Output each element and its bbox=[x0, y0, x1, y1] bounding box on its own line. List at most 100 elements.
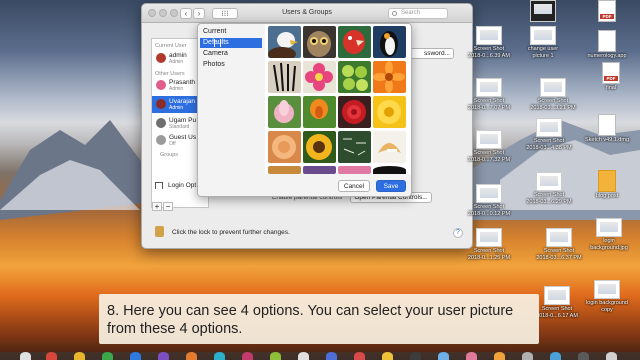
picture-zebra[interactable] bbox=[268, 61, 301, 93]
user-name: Ugam Pu bbox=[169, 117, 197, 124]
picture-chalkboard[interactable] bbox=[338, 131, 371, 163]
caption-text: 8. Here you can see 4 options. You can s… bbox=[107, 303, 514, 337]
dock-app-icon[interactable] bbox=[242, 352, 253, 360]
desktop-icon-login-background[interactable]: login background.jpg bbox=[576, 218, 640, 251]
login-options[interactable]: Login Opt bbox=[168, 182, 196, 189]
picture-penguin[interactable] bbox=[373, 26, 406, 58]
file-thumbnail-icon bbox=[536, 172, 562, 191]
picture-lime[interactable] bbox=[338, 61, 371, 93]
desktop-icon-screenshot[interactable]: Screen Shot 2018-0...1.25 PM bbox=[456, 228, 522, 261]
file-thumbnail-icon bbox=[530, 26, 556, 45]
picture-owl[interactable] bbox=[303, 26, 336, 58]
remove-user-button[interactable]: − bbox=[163, 202, 173, 211]
picture-eagle[interactable] bbox=[268, 26, 301, 58]
picture-partial-2[interactable] bbox=[303, 166, 336, 174]
picture-lotus[interactable] bbox=[268, 96, 301, 128]
dock-app-icon[interactable] bbox=[410, 352, 421, 360]
search-field[interactable]: Search bbox=[388, 8, 448, 19]
picture-parrot[interactable] bbox=[338, 26, 371, 58]
dock-app-icon[interactable] bbox=[466, 352, 477, 360]
sketch-file-icon bbox=[598, 170, 616, 192]
file-thumbnail-icon bbox=[476, 130, 502, 149]
dock-app-icon[interactable] bbox=[326, 352, 337, 360]
add-user-button[interactable]: + bbox=[152, 202, 162, 211]
dock bbox=[0, 352, 640, 360]
picture-fortune-cookie[interactable] bbox=[373, 131, 406, 163]
picture-peach-rose[interactable] bbox=[268, 131, 301, 163]
picture-source-menu: Current Defaults Camera Photos bbox=[198, 24, 264, 196]
desktop-icon-screenshot[interactable]: Screen Shot 2018-0...7.32 PM bbox=[456, 130, 522, 163]
pdf-icon: PDF bbox=[602, 62, 620, 84]
dock-app-icon[interactable] bbox=[438, 352, 449, 360]
dock-app-icon[interactable] bbox=[158, 352, 169, 360]
user-role: Standard bbox=[169, 124, 190, 130]
save-button[interactable]: Save bbox=[376, 180, 406, 192]
dock-app-icon[interactable] bbox=[298, 352, 309, 360]
file-thumbnail-icon bbox=[536, 118, 562, 137]
dock-app-icon[interactable] bbox=[550, 352, 561, 360]
dock-app-icon[interactable] bbox=[522, 352, 533, 360]
avatar bbox=[156, 80, 166, 90]
desktop-icon-login-background-copy[interactable]: login background copy bbox=[574, 280, 640, 313]
groups-label[interactable]: Groups bbox=[160, 152, 178, 158]
image-thumbnail-icon bbox=[596, 218, 622, 237]
dock-app-icon[interactable] bbox=[74, 352, 85, 360]
desktop-icon-blog-post[interactable]: blog post bbox=[574, 170, 640, 200]
desktop-icon-screenshot[interactable]: Screen Shot 2018-0...7.07 PM bbox=[456, 78, 522, 111]
menu-item-camera[interactable]: Camera bbox=[200, 49, 262, 59]
image-thumbnail-icon bbox=[594, 280, 620, 299]
file-thumbnail-icon bbox=[540, 78, 566, 97]
desktop-icon-final[interactable]: PDF final bbox=[578, 62, 640, 92]
desktop-icon-screenshot[interactable]: Screen Shot 2018-03...3.21 PM bbox=[520, 78, 586, 111]
avatar bbox=[156, 135, 166, 145]
picture-pink-flower[interactable] bbox=[303, 61, 336, 93]
picture-sunflower-yellow[interactable] bbox=[373, 96, 406, 128]
desktop-icon-change-user-picture[interactable]: change user picture 1 bbox=[510, 26, 576, 59]
dock-app-icon[interactable] bbox=[214, 352, 225, 360]
menu-item-defaults[interactable]: Defaults bbox=[200, 38, 262, 48]
desktop-icon-screenshot[interactable]: Screen Shot 2018-03...6.29 PM bbox=[516, 172, 582, 205]
dock-app-icon[interactable] bbox=[46, 352, 57, 360]
user-role: Admin bbox=[169, 59, 184, 65]
lock-icon[interactable] bbox=[155, 226, 164, 237]
dock-app-icon[interactable] bbox=[186, 352, 197, 360]
file-thumbnail-icon bbox=[544, 286, 570, 305]
picture-partial-1[interactable] bbox=[268, 166, 301, 174]
picture-tulip[interactable] bbox=[303, 96, 336, 128]
dock-app-icon[interactable] bbox=[20, 352, 31, 360]
dock-app-icon[interactable] bbox=[102, 352, 113, 360]
cancel-button[interactable]: Cancel bbox=[338, 180, 370, 192]
desktop-icon-screenshot[interactable]: Screen Shot 2018-0...0.12 PM bbox=[456, 184, 522, 217]
user-role: Off bbox=[169, 141, 176, 147]
desktop-icon-screenshot[interactable]: Screen Shot 2018-03...4.38 PM bbox=[516, 118, 582, 151]
desktop-icon-pdf[interactable]: PDF bbox=[574, 0, 640, 22]
dock-app-icon[interactable] bbox=[354, 352, 365, 360]
dock-app-icon[interactable] bbox=[494, 352, 505, 360]
menu-item-photos[interactable]: Photos bbox=[200, 60, 262, 70]
picture-red-rose[interactable] bbox=[338, 96, 371, 128]
dock-app-icon[interactable] bbox=[130, 352, 141, 360]
file-thumbnail-icon bbox=[476, 26, 502, 45]
text-cursor-icon bbox=[214, 39, 221, 47]
picture-orange-flower[interactable] bbox=[373, 61, 406, 93]
picture-picker-popover: Current Defaults Camera Photos Cancel Sa… bbox=[197, 23, 412, 197]
default-pictures-grid bbox=[265, 24, 411, 174]
picture-partial-3[interactable] bbox=[338, 166, 371, 174]
dock-app-icon[interactable] bbox=[606, 352, 617, 360]
avatar bbox=[156, 118, 166, 128]
dock-app-icon[interactable] bbox=[382, 352, 393, 360]
desktop-icon-sketch-dmg[interactable]: Sketch v49.1.dmg bbox=[574, 114, 640, 144]
desktop-icon-screenshot-top[interactable] bbox=[510, 0, 576, 22]
dock-app-icon[interactable] bbox=[578, 352, 589, 360]
menu-item-current[interactable]: Current bbox=[200, 27, 262, 37]
home-icon bbox=[155, 182, 163, 189]
desktop-icon-numerology[interactable]: numerology.app bbox=[574, 30, 640, 60]
search-icon bbox=[392, 11, 397, 16]
app-icon bbox=[598, 30, 616, 52]
picture-partial-4[interactable] bbox=[373, 166, 406, 174]
file-thumbnail-icon bbox=[476, 78, 502, 97]
dock-app-icon[interactable] bbox=[270, 352, 281, 360]
avatar bbox=[156, 99, 166, 109]
picture-sunflower[interactable] bbox=[303, 131, 336, 163]
user-name: Prasanth bbox=[169, 79, 196, 86]
